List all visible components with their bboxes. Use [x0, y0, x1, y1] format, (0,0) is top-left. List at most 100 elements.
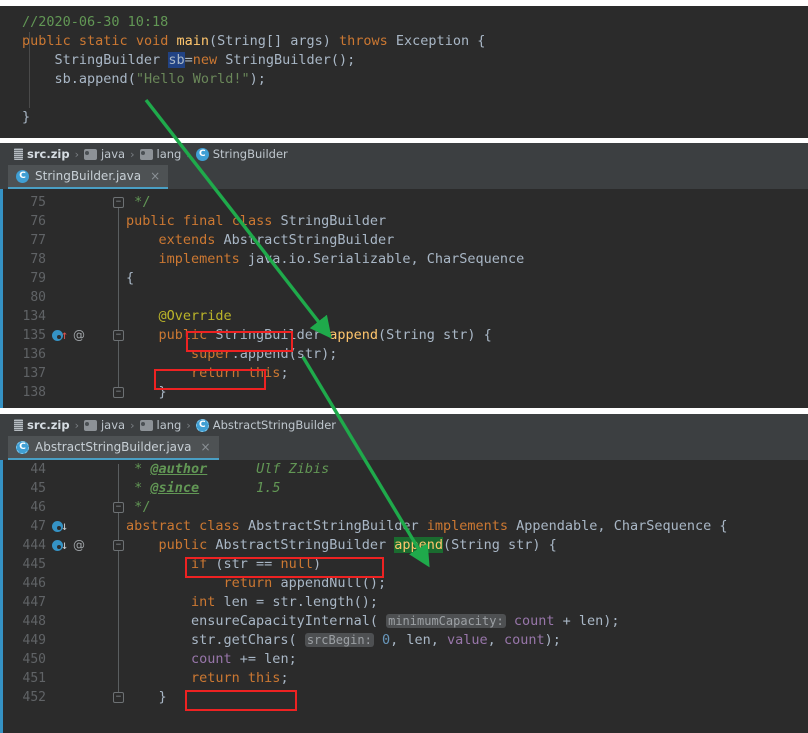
code-token: Appendable, CharSequence {: [516, 518, 728, 534]
code-token: @since: [150, 480, 200, 496]
code-line: ensureCapacityInternal( minimumCapacity:…: [126, 612, 619, 631]
code-token: (String[] args): [208, 33, 340, 49]
code-token: *: [126, 461, 151, 477]
code-line: public StringBuilder append(String str) …: [126, 326, 492, 345]
line-number: 44: [30, 462, 46, 477]
breadcrumb-item-lang[interactable]: lang: [139, 418, 182, 432]
code-token: class: [199, 518, 248, 534]
class-icon: C: [195, 147, 209, 161]
code-token: 0: [381, 632, 391, 648]
breadcrumb-item-lang[interactable]: lang: [139, 147, 181, 161]
code-token: public: [126, 537, 216, 553]
code-token: */: [126, 499, 151, 515]
code-token: this: [247, 670, 281, 686]
code-line: }: [22, 108, 808, 127]
indent-guide: [118, 197, 119, 398]
indent-guide: [118, 464, 119, 703]
breadcrumb-label: AbstractStringBuilder: [212, 418, 337, 432]
indent-guide: [29, 32, 30, 108]
code-token: srcBegin:: [304, 633, 374, 647]
fold-toggle-icon[interactable]: −: [113, 387, 124, 398]
code-line: //2020-06-30 10:18: [22, 13, 808, 32]
code-token: java.io.Serializable, CharSequence: [247, 251, 525, 267]
code-token: *: [126, 480, 151, 496]
code-token: StringBuilder();: [225, 52, 356, 68]
zip-icon: [14, 419, 23, 431]
code-token: public: [126, 327, 216, 343]
code-token: ensureCapacityInternal(: [126, 613, 387, 629]
arrow-down-icon: ↓: [61, 519, 69, 533]
breadcrumb-label: java: [100, 418, 126, 432]
breadcrumb-item-java[interactable]: java: [83, 418, 126, 432]
code-token: ;: [280, 365, 289, 381]
code-token: (str ==: [215, 556, 281, 572]
code-line: if (str == null): [126, 555, 321, 574]
abstract-class-file-icon: C: [16, 440, 29, 454]
arrow-up-icon: ↑: [61, 328, 69, 342]
tab-label: AbstractStringBuilder.java: [35, 440, 192, 454]
code-line: sb.append("Hello World!");: [22, 70, 808, 89]
fold-toggle-icon[interactable]: −: [113, 330, 124, 341]
folder-icon: [139, 148, 153, 160]
breadcrumb[interactable]: src.zip › java › lang › C StringBuilder: [0, 143, 808, 165]
code-area[interactable]: 75 − */ 76 public final class StringBuilder…: [0, 189, 808, 408]
line-number: 452: [22, 690, 46, 705]
abstractstringbuilder-editor-panel: src.zip › java › lang › C AbstractStringBuilder…: [0, 414, 808, 733]
folder-icon: [139, 419, 153, 431]
code-token: 1.5: [199, 480, 281, 496]
code-token: extends: [126, 232, 224, 248]
line-number: 134: [22, 309, 46, 324]
stringbuilder-editor-panel: src.zip › java › lang › C StringBuilder C Strin…: [0, 143, 808, 408]
code-line: public AbstractStringBuilder append(Stri…: [126, 536, 557, 555]
code-line: return this;: [126, 364, 289, 383]
code-token: += len;: [231, 651, 297, 667]
breadcrumb-separator: ›: [74, 418, 79, 432]
breadcrumb-item-stringbuilder[interactable]: C StringBuilder: [195, 147, 288, 161]
line-number: 47: [30, 519, 46, 534]
code-line: }: [126, 383, 167, 402]
code-token: sb: [168, 52, 185, 68]
fold-toggle-icon[interactable]: −: [113, 197, 124, 208]
breadcrumb[interactable]: src.zip › java › lang › C AbstractStringBuilder: [0, 414, 808, 436]
code-line: */: [126, 498, 150, 517]
close-icon[interactable]: ×: [150, 169, 160, 183]
code-area[interactable]: 44 * @author Ulf Zibis 45 * @since 1.5 46 −…: [0, 460, 808, 733]
code-line: @Override: [126, 307, 232, 326]
line-number: 444: [22, 538, 46, 553]
breadcrumb-item-java[interactable]: java: [83, 147, 125, 161]
line-number: 80: [30, 290, 46, 305]
breadcrumb-item-src-zip[interactable]: src.zip: [14, 418, 70, 432]
breadcrumb-item-src-zip[interactable]: src.zip: [14, 147, 70, 161]
class-file-icon: C: [16, 169, 29, 183]
line-number: 136: [22, 347, 46, 362]
line-number: 445: [22, 557, 46, 572]
code-token: */: [126, 194, 151, 210]
code-token: null: [280, 556, 313, 572]
code-token: .append(str);: [231, 346, 338, 362]
fold-toggle-icon[interactable]: −: [113, 540, 124, 551]
fold-toggle-icon[interactable]: −: [113, 692, 124, 703]
line-number: 78: [30, 252, 46, 267]
tab-stringbuilder-java[interactable]: C StringBuilder.java ×: [8, 165, 169, 189]
breadcrumb-label: lang: [156, 418, 182, 432]
code-token: str.getChars(: [126, 632, 305, 648]
code-token: return: [126, 670, 248, 686]
annotation-at-icon: @: [73, 538, 85, 552]
code-token: , len,: [390, 632, 448, 648]
tab-abstractstringbuilder-java[interactable]: C AbstractStringBuilder.java ×: [8, 436, 219, 460]
close-icon[interactable]: ×: [200, 440, 210, 454]
line-number: 46: [30, 500, 46, 515]
code-token: implements: [426, 518, 517, 534]
fold-toggle-icon[interactable]: −: [113, 502, 124, 513]
line-number: 138: [22, 385, 46, 400]
breadcrumb-item-abstractstringbuilder[interactable]: C AbstractStringBuilder: [195, 418, 337, 432]
code-token: =: [184, 52, 193, 68]
code-line: public final class StringBuilder: [126, 212, 386, 231]
code-line: StringBuilder sb=new StringBuilder();: [22, 51, 808, 70]
code-token: }: [126, 384, 167, 400]
code-token: Exception {: [395, 33, 486, 49]
breadcrumb-separator: ›: [130, 418, 135, 432]
code-token: count: [503, 632, 545, 648]
breadcrumb-separator: ›: [74, 147, 79, 161]
code-token: append: [394, 537, 443, 553]
